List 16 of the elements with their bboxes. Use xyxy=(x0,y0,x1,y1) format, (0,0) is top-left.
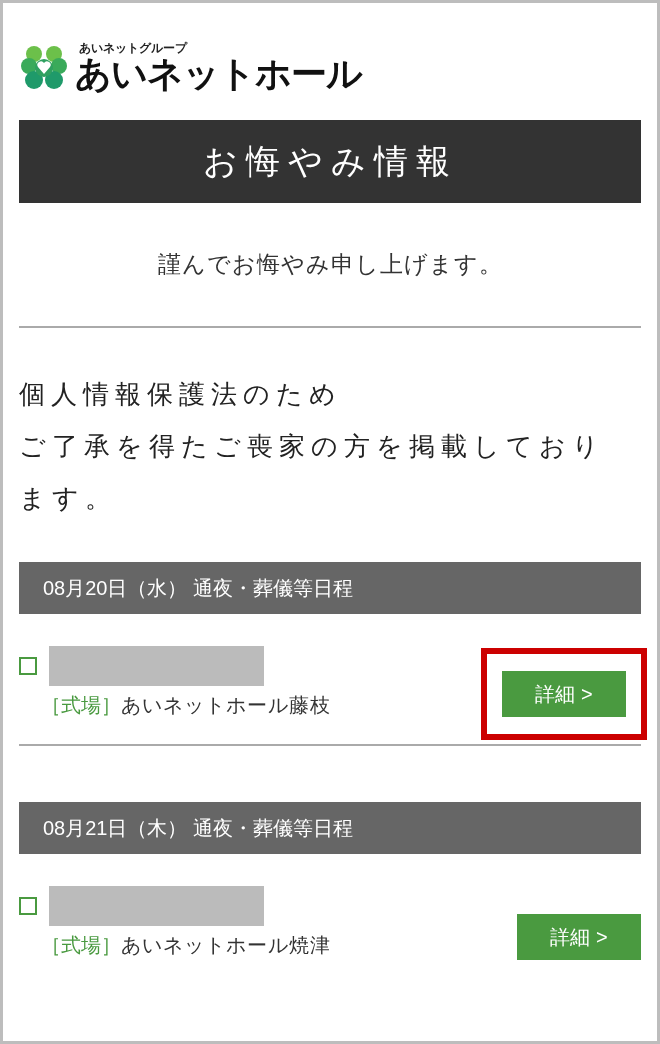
venue-name: あいネットホール焼津 xyxy=(121,933,331,958)
clover-logo-icon xyxy=(19,43,69,90)
details-button[interactable]: 詳細 > xyxy=(517,914,641,960)
date-header: 08月21日（木） 通夜・葬儀等日程 xyxy=(19,802,641,854)
venue-label: ［式場］ xyxy=(41,693,121,718)
details-button[interactable]: 詳細 > xyxy=(502,671,626,717)
condolence-text: 謹んでお悔やみ申し上げます。 xyxy=(157,250,503,280)
logo-text: あいネットホール xyxy=(75,55,362,92)
square-icon xyxy=(19,897,37,915)
notice-text: 個人情報保護法のため ご了承を得たご喪家の方を掲載しております。 xyxy=(19,378,606,515)
date-header: 08月20日（水） 通夜・葬儀等日程 xyxy=(19,562,641,614)
venue-label: ［式場］ xyxy=(41,933,121,958)
venue-name: あいネットホール藤枝 xyxy=(121,693,331,718)
logo-group-text: あいネットグループ xyxy=(79,41,189,54)
page-title: お悔やみ情報 xyxy=(19,120,641,203)
square-icon xyxy=(19,657,37,675)
